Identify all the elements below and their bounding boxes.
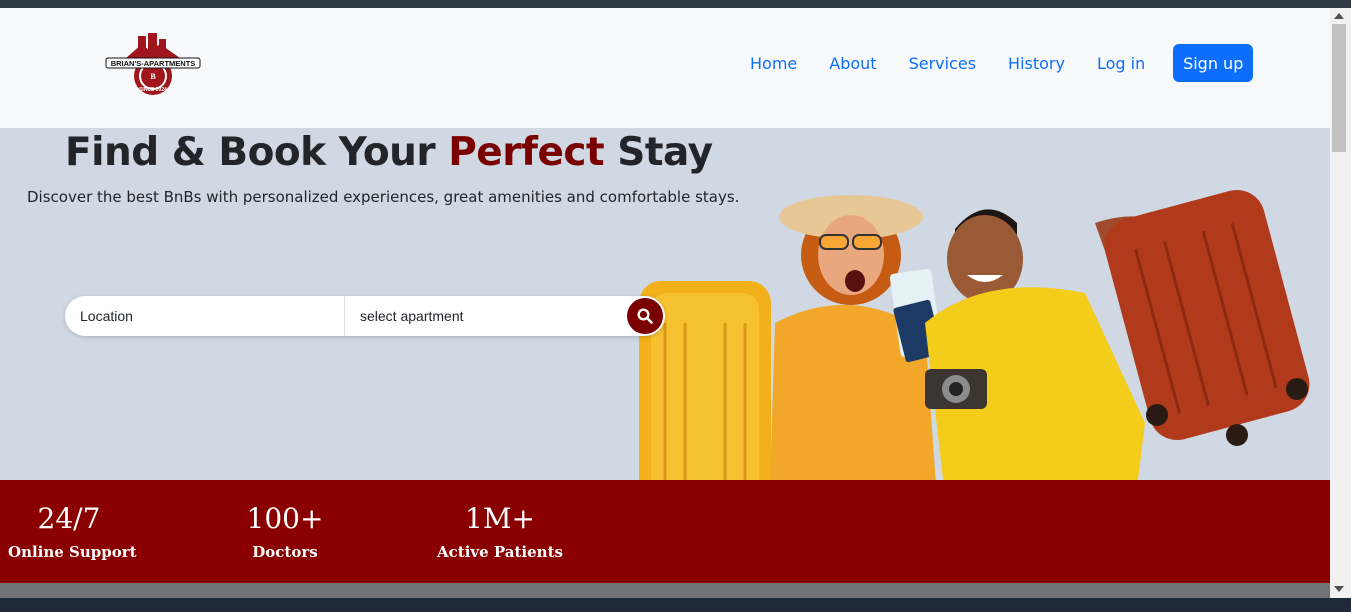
nav-links: Home About Services History Log in Sign … (734, 44, 1254, 82)
navbar: BRIAN'S-APARTMENTS B SINCE 2024 Home Abo… (0, 8, 1330, 128)
stat-doctors: 100+ Doctors (226, 502, 344, 562)
hero-title-part1: Find & Book Your (65, 130, 449, 175)
nav-home-link[interactable]: Home (734, 54, 813, 73)
nav-about-link[interactable]: About (813, 54, 892, 73)
scroll-thumb[interactable] (1332, 24, 1346, 152)
brand-logo[interactable]: BRIAN'S-APARTMENTS B SINCE 2024 (104, 32, 202, 98)
stat-value: 100+ (246, 502, 324, 535)
nav-history-link[interactable]: History (992, 54, 1081, 73)
signup-button[interactable]: Sign up (1173, 44, 1254, 82)
hero-title-accent: Perfect (448, 130, 605, 175)
hero-section: Find & Book Your Perfect Stay Discover t… (0, 128, 1330, 583)
brand-name-text: BRIAN'S-APARTMENTS (111, 59, 196, 68)
horizontal-scrollbar[interactable] (0, 583, 1330, 598)
stat-support: 24/7 Online Support (8, 502, 137, 562)
page-viewport: BRIAN'S-APARTMENTS B SINCE 2024 Home Abo… (0, 8, 1330, 583)
status-bar (0, 598, 1351, 612)
search-icon (637, 308, 653, 324)
stat-label: Doctors (252, 543, 318, 561)
location-field[interactable]: Location (65, 296, 345, 336)
apartment-select[interactable]: select apartment (345, 296, 625, 336)
search-bar: Location select apartment (65, 296, 665, 336)
stat-value: 24/7 (37, 502, 101, 535)
nav-services-link[interactable]: Services (893, 54, 992, 73)
vertical-scrollbar[interactable] (1330, 8, 1351, 598)
stat-label: Active Patients (437, 543, 563, 561)
browser-top-strip (0, 0, 1351, 8)
nav-login-link[interactable]: Log in (1081, 54, 1161, 73)
stats-banner: 24/7 Online Support 100+ Doctors 1M+ Act… (0, 480, 1330, 583)
scroll-up-icon[interactable] (1334, 13, 1344, 19)
hero-title: Find & Book Your Perfect Stay (65, 130, 713, 175)
search-button[interactable] (627, 298, 663, 334)
stat-label: Online Support (8, 543, 137, 561)
brand-tagline: SINCE 2024 (139, 87, 167, 93)
stat-value: 1M+ (465, 502, 535, 535)
brand-monogram: B (150, 72, 156, 81)
stat-patients: 1M+ Active Patients (430, 502, 570, 562)
scroll-down-icon[interactable] (1334, 586, 1344, 592)
